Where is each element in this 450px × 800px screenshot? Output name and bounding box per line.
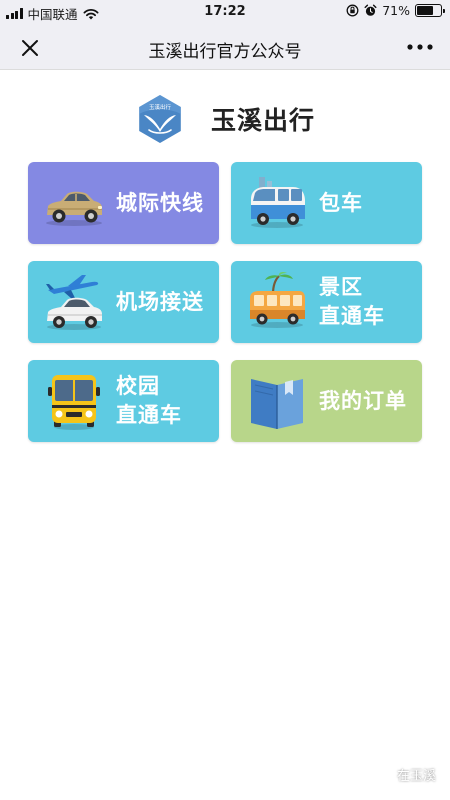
alarm-icon <box>364 4 377 16</box>
tile-label: 机场接送 <box>116 261 204 343</box>
sedan-car-icon <box>46 191 102 226</box>
tile-label-line1: 机场接送 <box>116 289 204 314</box>
tile-my-orders[interactable]: 我的订单 <box>231 360 422 442</box>
tile-label: 校园 直通车 <box>116 360 182 442</box>
tile-label-line2: 直通车 <box>319 304 385 328</box>
orders-book-icon <box>251 379 303 429</box>
tile-label: 包车 <box>319 162 363 244</box>
airplane-car-icon <box>46 275 102 330</box>
tile-label-line1: 景区 <box>319 275 363 299</box>
tile-campus-shuttle[interactable]: 校园 直通车 <box>28 360 219 442</box>
brand-logo-icon: 玉溪出行 <box>139 95 181 143</box>
brand-header: 玉溪出行 玉溪出行 <box>0 94 450 144</box>
nav-bar: 玉溪出行官方公众号 <box>0 24 450 70</box>
orientation-lock-icon <box>346 4 359 17</box>
page-title: 玉溪出行官方公众号 <box>148 42 302 62</box>
school-bus-icon <box>48 375 100 430</box>
tile-label-line1: 校园 <box>116 374 160 398</box>
account-watermark: 在玉溪 <box>371 765 436 784</box>
tour-bus-icon <box>250 272 305 328</box>
van-icon <box>251 177 305 228</box>
status-right: 71% <box>346 3 445 18</box>
brand-logo-text: 玉溪出行 <box>149 103 172 111</box>
status-bar: 中国联通 17:22 71% <box>0 0 450 24</box>
tile-label: 我的订单 <box>319 360 407 442</box>
watermark-text: 在玉溪 <box>396 769 436 784</box>
tile-label-line1: 我的订单 <box>319 388 407 413</box>
tile-label: 景区 直通车 <box>319 261 385 343</box>
tile-airport-transfer[interactable]: 机场接送 <box>28 261 219 343</box>
tile-intercity-express[interactable]: 城际快线 <box>28 162 219 244</box>
more-dots-icon <box>407 44 433 50</box>
battery-percent: 71% <box>382 3 410 18</box>
tile-charter[interactable]: 包车 <box>231 162 422 244</box>
brand-name: 玉溪出行 <box>210 106 315 135</box>
more-button[interactable] <box>404 34 436 60</box>
tile-label-line1: 包车 <box>319 190 363 215</box>
tile-label: 城际快线 <box>116 162 204 244</box>
battery-icon <box>415 4 445 17</box>
wechat-logo-icon <box>371 767 391 782</box>
tile-scenic-shuttle[interactable]: 景区 直通车 <box>231 261 422 343</box>
tile-label-line2: 直通车 <box>116 403 182 427</box>
tile-label-line1: 城际快线 <box>116 190 204 215</box>
